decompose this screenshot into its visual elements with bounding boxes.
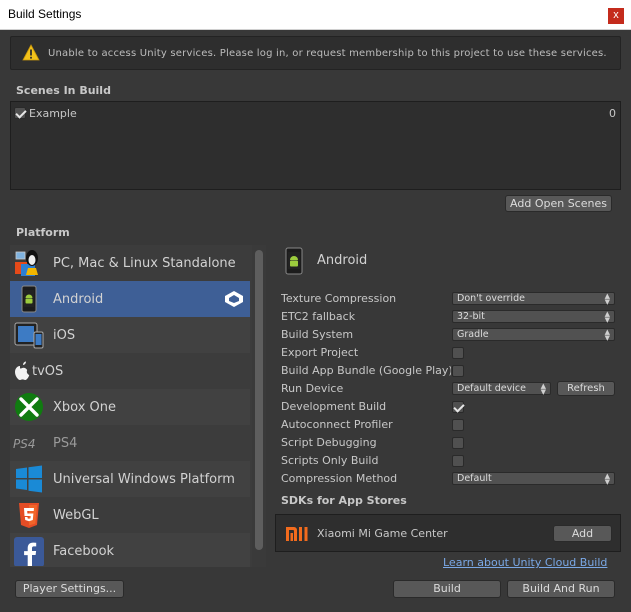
platform-label: Android	[53, 292, 104, 307]
platform-item-tvos[interactable]: tvOS	[10, 353, 250, 389]
selected-platform-title: Android	[317, 253, 368, 268]
dropdown-value: 32-bit	[457, 311, 485, 322]
platform-label: Xbox One	[53, 400, 117, 415]
build-app-bundle-checkbox[interactable]	[452, 365, 464, 377]
dropdown-value: Don't override	[457, 293, 525, 304]
build-button[interactable]: Build	[393, 580, 501, 598]
platform-item-android[interactable]: Android	[10, 281, 250, 317]
refresh-button[interactable]: Refresh	[557, 381, 615, 396]
svg-text:PS4: PS4	[13, 437, 36, 451]
texture-compression-label: Texture Compression	[281, 292, 397, 305]
compression-method-label: Compression Method	[281, 472, 398, 485]
dropdown-value: Default	[457, 473, 492, 484]
dropdown-value: Gradle	[457, 329, 489, 340]
scenes-list[interactable]: Example 0	[10, 101, 621, 190]
facebook-icon	[14, 537, 44, 566]
windows-icon	[16, 465, 42, 493]
texture-compression-dropdown[interactable]: Don't override ▲ ▼	[452, 292, 615, 306]
services-warning: Unable to access Unity services. Please …	[10, 36, 621, 70]
dropdown-arrows-icon: ▲ ▼	[604, 472, 610, 486]
ps4-icon: PS4	[13, 437, 36, 451]
sdk-name: Xiaomi Mi Game Center	[317, 527, 448, 540]
autoconnect-profiler-checkbox[interactable]	[452, 419, 464, 431]
window-title: Build Settings	[8, 7, 82, 21]
platform-list[interactable]: PC, Mac & Linux Standalone Android iOS t…	[10, 245, 266, 567]
build-and-run-button[interactable]: Build And Run	[507, 580, 615, 598]
scripts-only-build-checkbox[interactable]	[452, 455, 464, 467]
platform-label: iOS	[53, 328, 76, 343]
add-sdk-button[interactable]: Add	[553, 525, 612, 542]
platform-item-uwp[interactable]: Universal Windows Platform	[10, 461, 250, 497]
warning-icon	[22, 44, 40, 61]
scrollbar-thumb[interactable]	[255, 250, 263, 550]
scene-checkbox[interactable]	[14, 107, 26, 119]
platform-scrollbar[interactable]	[252, 245, 266, 567]
add-open-scenes-button[interactable]: Add Open Scenes	[505, 195, 612, 212]
build-app-bundle-label: Build App Bundle (Google Play)	[281, 364, 451, 377]
platform-label: tvOS	[32, 364, 64, 379]
html5-icon	[19, 503, 39, 528]
compression-method-dropdown[interactable]: Default ▲ ▼	[452, 472, 615, 486]
run-device-label: Run Device	[281, 382, 344, 395]
build-system-label: Build System	[281, 328, 354, 341]
android-icon	[285, 247, 303, 275]
warning-message: Unable to access Unity services. Please …	[48, 48, 607, 59]
autoconnect-profiler-label: Autoconnect Profiler	[281, 418, 393, 431]
dropdown-arrows-icon: ▲ ▼	[604, 310, 610, 324]
development-build-label: Development Build	[281, 400, 387, 413]
platform-label: WebGL	[53, 508, 99, 523]
platform-item-ios[interactable]: iOS	[10, 317, 250, 353]
etc2-fallback-dropdown[interactable]: 32-bit ▲ ▼	[452, 310, 615, 324]
player-settings-button[interactable]: Player Settings...	[15, 580, 124, 598]
scene-index: 0	[609, 107, 616, 120]
platform-item-ps4[interactable]: PS4 PS4	[10, 425, 250, 461]
dropdown-arrows-icon: ▲ ▼	[604, 292, 610, 306]
platform-item-facebook[interactable]: Facebook	[10, 533, 250, 567]
platform-label: Universal Windows Platform	[53, 472, 235, 487]
run-device-dropdown[interactable]: Default device ▲ ▼	[452, 382, 551, 396]
script-debugging-label: Script Debugging	[281, 436, 377, 449]
xiaomi-icon	[286, 527, 308, 541]
export-project-checkbox[interactable]	[452, 347, 464, 359]
close-button[interactable]: x	[608, 8, 624, 24]
development-build-checkbox[interactable]	[452, 401, 464, 413]
platform-label: Facebook	[53, 544, 115, 559]
scripts-only-build-label: Scripts Only Build	[281, 454, 379, 467]
dropdown-arrows-icon: ▲ ▼	[604, 328, 610, 342]
title-bar: Build Settings x	[0, 0, 631, 30]
platform-item-xbox[interactable]: Xbox One	[10, 389, 250, 425]
etc2-fallback-label: ETC2 fallback	[281, 310, 356, 323]
android-icon	[21, 285, 37, 313]
ios-icon	[14, 322, 44, 349]
script-debugging-checkbox[interactable]	[452, 437, 464, 449]
scenes-header: Scenes In Build	[16, 84, 111, 97]
sdks-header: SDKs for App Stores	[281, 494, 407, 507]
scene-name: Example	[29, 107, 77, 120]
platform-label: PC, Mac & Linux Standalone	[53, 256, 236, 271]
cloud-build-link[interactable]: Learn about Unity Cloud Build	[443, 556, 607, 569]
platform-item-webgl[interactable]: WebGL	[10, 497, 250, 533]
platform-item-standalone[interactable]: PC, Mac & Linux Standalone	[10, 245, 250, 281]
platform-label: PS4	[53, 436, 78, 451]
standalone-icon	[15, 250, 38, 276]
platform-header: Platform	[16, 226, 70, 239]
unity-active-icon	[225, 291, 243, 307]
dropdown-value: Default device	[457, 383, 526, 394]
build-system-dropdown[interactable]: Gradle ▲ ▼	[452, 328, 615, 342]
dropdown-arrows-icon: ▲ ▼	[540, 382, 546, 396]
export-project-label: Export Project	[281, 346, 359, 359]
scene-row[interactable]: Example 0	[14, 107, 617, 121]
xbox-icon	[15, 393, 43, 421]
sdk-row: Xiaomi Mi Game Center Add	[275, 514, 621, 552]
